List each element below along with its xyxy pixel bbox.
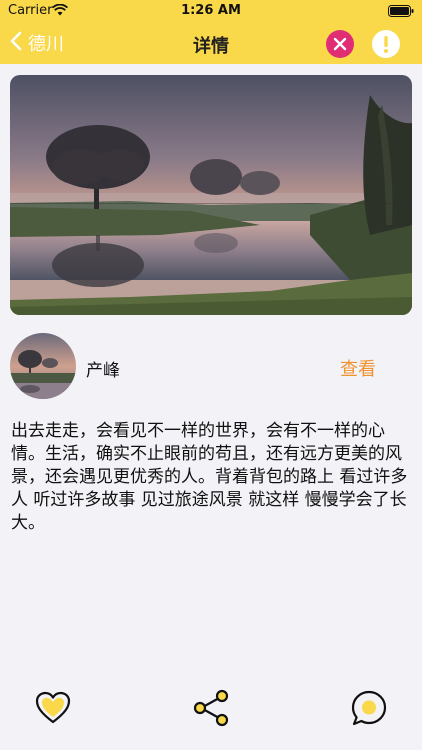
exclamation-icon <box>372 36 400 62</box>
status-time: 1:26 AM <box>181 3 241 18</box>
navigation-bar: 德川 详情 <box>0 22 422 64</box>
share-icon <box>191 689 231 732</box>
heart-icon <box>33 691 73 732</box>
post-content: 出去走走，会看见不一样的世界，会有不一样的心情。生活，确实不止眼前的苟且，还有远… <box>11 421 408 533</box>
page-title: 详情 <box>193 36 229 57</box>
report-button[interactable] <box>372 30 400 58</box>
header-bar: Carrier 1:26 AM 德川 详情 <box>0 0 422 64</box>
view-button[interactable]: 查看 <box>340 355 376 381</box>
battery-icon <box>388 5 414 21</box>
avatar[interactable] <box>10 333 76 399</box>
like-button[interactable] <box>33 688 73 728</box>
close-button[interactable] <box>326 30 354 58</box>
comment-button[interactable] <box>349 688 389 728</box>
close-icon <box>326 37 354 62</box>
comment-icon <box>349 690 389 732</box>
author-name: 产峰 <box>86 361 120 381</box>
share-button[interactable] <box>191 688 231 728</box>
status-bar: Carrier 1:26 AM <box>0 0 422 22</box>
cover-photo <box>10 75 412 315</box>
